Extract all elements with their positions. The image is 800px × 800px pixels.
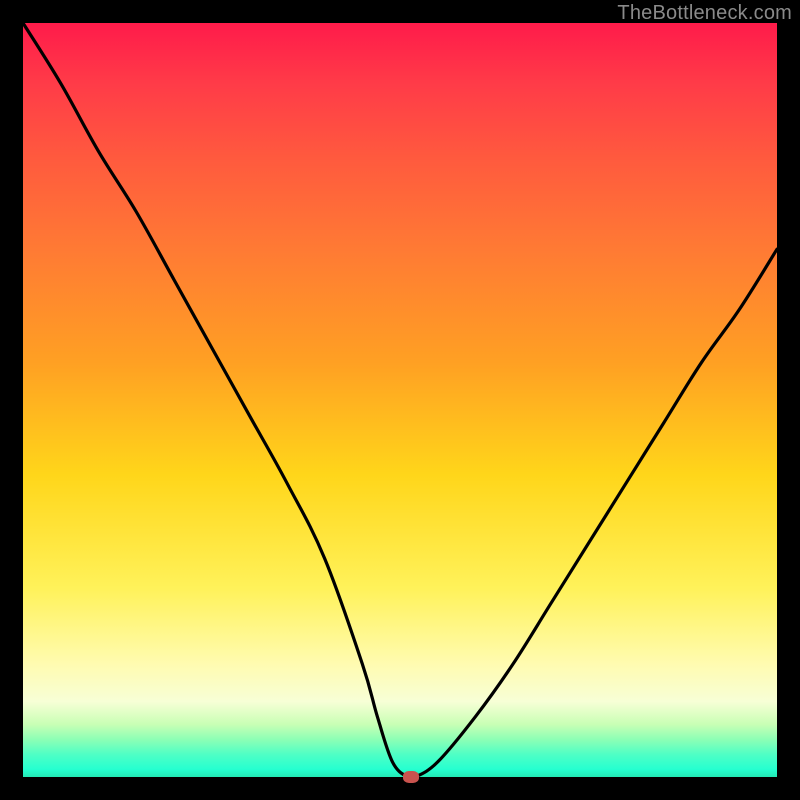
bottleneck-curve [23,23,777,777]
watermark-text: TheBottleneck.com [617,2,792,25]
minimum-marker [403,771,419,783]
plot-area [23,23,777,777]
chart-frame: TheBottleneck.com [0,0,800,800]
